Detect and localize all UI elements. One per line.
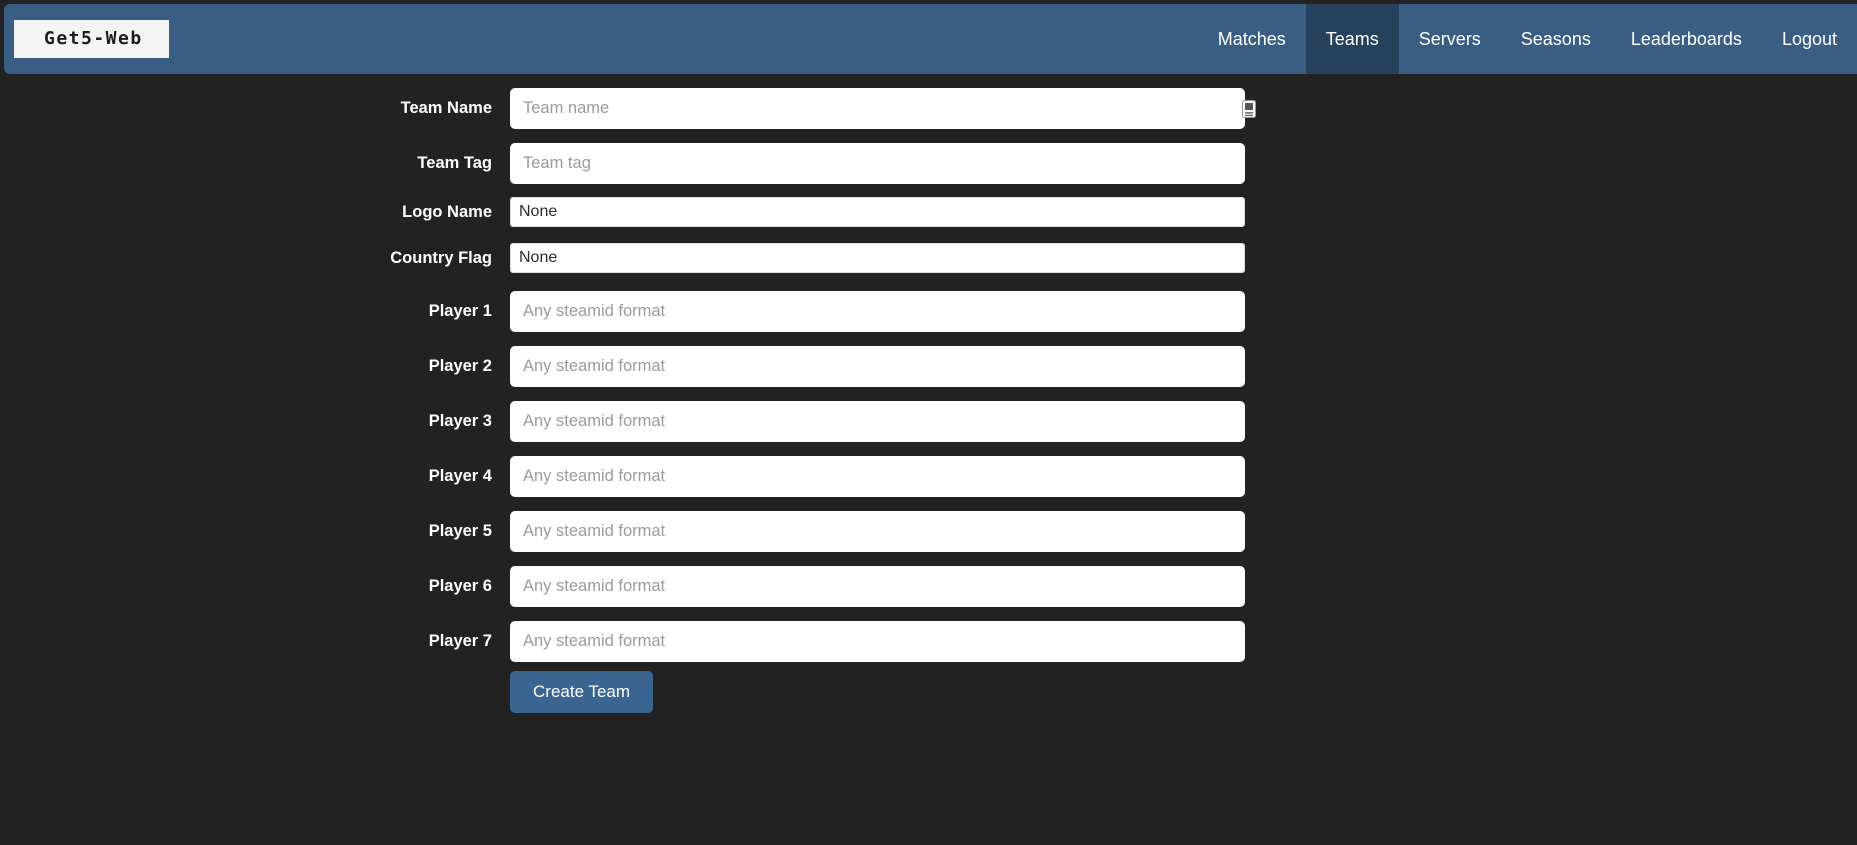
field-label-player-5: Player 5 (428, 522, 492, 540)
input-team-name[interactable] (510, 88, 1245, 129)
select-logo-name[interactable]: None (510, 197, 1245, 227)
navbar-container: Get5-Web Matches Teams Servers Seasons Leade… (0, 0, 1857, 78)
field-label-player-4: Player 4 (428, 467, 492, 485)
form-row: Team Tag (0, 143, 1270, 184)
create-team-button[interactable]: Create Team (510, 671, 654, 713)
field-label-player-6: Player 6 (428, 577, 492, 595)
input-player-1[interactable] (510, 291, 1245, 332)
form-row: Player 2 (0, 346, 1270, 387)
field-wrapper (510, 511, 1270, 552)
input-player-4[interactable] (510, 456, 1245, 497)
autofill-icon[interactable] (1242, 99, 1256, 118)
field-wrapper (510, 456, 1270, 497)
field-label-player-3: Player 3 (428, 412, 492, 430)
field-wrapper (510, 566, 1270, 607)
form-row: Player 6 (0, 566, 1270, 607)
brand-logo[interactable]: Get5-Web (14, 20, 169, 58)
form-row: Logo Name None (0, 197, 1270, 227)
nav-link-logout[interactable]: Logout (1762, 4, 1857, 74)
field-wrapper (510, 401, 1270, 442)
input-player-6[interactable] (510, 566, 1245, 607)
field-wrapper (510, 143, 1270, 184)
nav-links: Matches Teams Servers Seasons Leaderboards Lo… (1198, 4, 1857, 74)
form-row: Team Name (0, 88, 1270, 129)
form-row: Player 5 (0, 511, 1270, 552)
nav-link-leaderboards[interactable]: Leaderboards (1611, 4, 1762, 74)
field-label-player-7: Player 7 (428, 632, 492, 650)
field-label-player-2: Player 2 (428, 357, 492, 375)
input-player-7[interactable] (510, 621, 1245, 662)
form-row: Player 7 (0, 621, 1270, 662)
nav-link-matches[interactable]: Matches (1198, 4, 1306, 74)
input-team-tag[interactable] (510, 143, 1245, 184)
input-player-3[interactable] (510, 401, 1245, 442)
submit-row: Create Team (0, 671, 654, 713)
form-row: Player 4 (0, 456, 1270, 497)
field-wrapper: None (510, 243, 1270, 273)
form-row: Player 1 (0, 291, 1270, 332)
field-label-team-tag: Team Tag (417, 154, 492, 172)
input-player-2[interactable] (510, 346, 1245, 387)
form-row: Country Flag None (0, 243, 1270, 273)
field-wrapper: None (510, 197, 1270, 227)
field-label-player-1: Player 1 (428, 302, 492, 320)
field-wrapper (510, 621, 1270, 662)
form-row: Player 3 (0, 401, 1270, 442)
field-wrapper (510, 346, 1270, 387)
field-label-country-flag: Country Flag (390, 248, 492, 267)
nav-link-seasons[interactable]: Seasons (1501, 4, 1611, 74)
nav-link-servers[interactable]: Servers (1399, 4, 1501, 74)
field-wrapper (510, 291, 1270, 332)
field-label-team-name: Team Name (400, 99, 492, 117)
select-country-flag[interactable]: None (510, 243, 1245, 273)
nav-link-teams[interactable]: Teams (1305, 4, 1399, 74)
field-label-logo-name: Logo Name (402, 202, 492, 221)
navbar: Get5-Web Matches Teams Servers Seasons Leade… (4, 4, 1857, 74)
create-team-form: Team NameTeam TagLogo NameNoneCountry Fl… (0, 78, 1857, 845)
input-player-5[interactable] (510, 511, 1245, 552)
field-wrapper (510, 88, 1270, 129)
